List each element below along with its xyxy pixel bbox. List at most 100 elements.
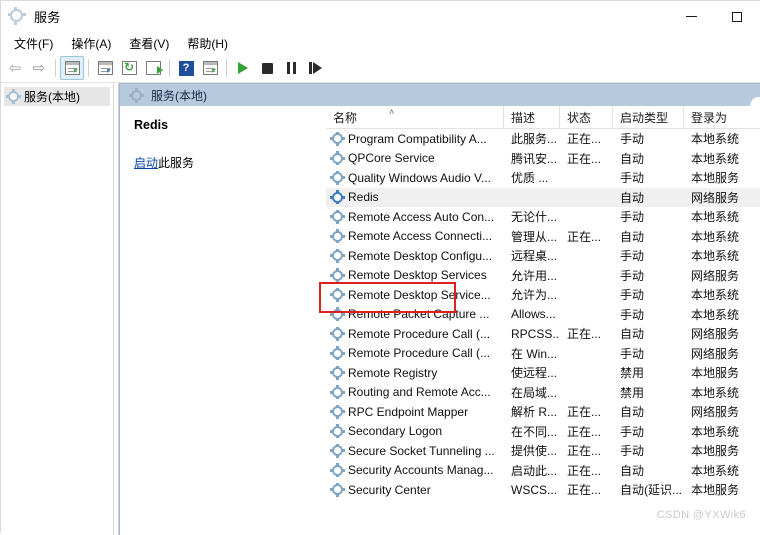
forward-arrow-icon[interactable]: ⇨ [27, 56, 51, 80]
back-arrow-icon[interactable]: ⇦ [3, 56, 27, 80]
pause-service-icon[interactable] [279, 56, 303, 80]
table-row[interactable]: Program Compatibility A... 此服务... 正在... 手动 本… [326, 129, 760, 149]
table-row[interactable]: Remote Desktop Configu... 远程桌... 手动 本地系统 [326, 246, 760, 266]
table-row[interactable]: Security Accounts Manag... 启动此... 正在... 自动 本… [326, 461, 760, 481]
column-header-logon[interactable]: 登录为 [684, 106, 754, 128]
service-status-cell: 正在... [567, 229, 602, 244]
menu-bar: 文件(F) 操作(A) 查看(V) 帮助(H) [1, 32, 760, 54]
menu-help[interactable]: 帮助(H) [178, 33, 237, 54]
service-name-cell: QPCore Service [326, 151, 504, 166]
menu-file[interactable]: 文件(F) [5, 33, 62, 54]
maximize-button[interactable] [714, 1, 760, 32]
column-header-name[interactable]: 名称 ˄ [326, 106, 504, 128]
service-status-cell: 正在... [567, 327, 602, 342]
service-name-label: Quality Windows Audio V... [348, 170, 491, 185]
service-status-cell: 正在... [567, 424, 602, 439]
properties-icon[interactable] [93, 56, 117, 80]
table-row[interactable]: Remote Desktop Service... 允许为... 手动 本地系统 [326, 285, 760, 305]
show-action-pane-icon[interactable] [198, 56, 222, 80]
service-name-label: Remote Desktop Services [348, 268, 487, 283]
service-name-label: Redis [348, 190, 379, 205]
tree-item-label: 服务(本地) [24, 90, 80, 104]
services-gear-icon [330, 385, 345, 400]
table-row[interactable]: RPC Endpoint Mapper 解析 R... 正在... 自动 网络服务 [326, 402, 760, 422]
column-header-status[interactable]: 状态 [560, 106, 613, 128]
show-hide-tree-icon[interactable] [60, 56, 84, 80]
table-row[interactable]: QPCore Service 腾讯安... 正在... 自动 本地系统 [326, 149, 760, 169]
services-list: 名称 ˄ 描述 状态 启动类型 登录为 Program Compatibilit… [326, 106, 760, 535]
service-startup-type-cell: 禁用 [620, 385, 645, 400]
service-status-cell: 正在... [567, 405, 602, 420]
column-header-startup[interactable]: 启动类型 [613, 106, 684, 128]
service-name-label: RPC Endpoint Mapper [348, 404, 469, 419]
service-logon-cell: 本地系统 [691, 307, 740, 322]
service-description-cell: 在 Win... [511, 346, 558, 361]
service-name-label: Remote Desktop Service... [348, 287, 491, 302]
service-logon-cell: 本地服务 [691, 483, 740, 498]
service-description-cell: Allows... [511, 307, 556, 322]
service-name-cell: Remote Desktop Services [326, 268, 504, 283]
start-service-suffix: 此服务 [158, 156, 195, 170]
toolbar-separator [226, 59, 227, 77]
refresh-icon[interactable]: ↻ [117, 56, 141, 80]
table-row[interactable]: Quality Windows Audio V... 优质 ... 手动 本地服务 [326, 168, 760, 188]
service-logon-cell: 本地服务 [691, 366, 740, 381]
minimize-button[interactable] [668, 1, 714, 32]
table-row[interactable]: Security Center WSCS... 正在... 自动(延识... 本地服务 [326, 480, 760, 500]
service-name-label: Remote Desktop Configu... [348, 248, 493, 263]
services-gear-icon [330, 268, 345, 283]
service-logon-cell: 本地系统 [691, 132, 740, 147]
service-detail-pane: Redis 启动此服务 [120, 106, 326, 535]
export-list-icon[interactable] [141, 56, 165, 80]
window-controls [668, 1, 760, 32]
table-row[interactable]: Remote Procedure Call (... RPCSS... 正在... 自… [326, 324, 760, 344]
start-service-icon[interactable] [231, 56, 255, 80]
column-header-name-label: 名称 [333, 110, 358, 125]
service-name-cell: Remote Registry [326, 365, 504, 380]
stop-service-icon[interactable] [255, 56, 279, 80]
service-description-cell: 提供使... [511, 444, 558, 459]
column-header-description[interactable]: 描述 [504, 106, 560, 128]
service-name-cell: Program Compatibility A... [326, 131, 504, 146]
services-gear-icon [6, 89, 21, 104]
service-logon-cell: 网络服务 [691, 268, 740, 283]
console-tree-pane: 服务(本地) [1, 83, 113, 535]
table-row[interactable]: Remote Desktop Services 允许用... 手动 网络服务 [326, 266, 760, 286]
table-row[interactable]: Secondary Logon 在不同... 正在... 手动 本地系统 [326, 422, 760, 442]
table-row[interactable]: Secure Socket Tunneling ... 提供使... 正在... 手动… [326, 441, 760, 461]
services-gear-icon [330, 365, 345, 380]
table-row[interactable]: Remote Access Auto Con... 无论什... 手动 本地系统 [326, 207, 760, 227]
table-row[interactable]: Remote Packet Capture ... Allows... 手动 本地系统 [326, 305, 760, 325]
service-name-label: Remote Access Connecti... [348, 229, 493, 244]
service-startup-type-cell: 自动 [620, 327, 645, 342]
service-logon-cell: 网络服务 [691, 346, 740, 361]
service-name-label: Remote Procedure Call (... [348, 346, 491, 361]
service-name-label: Remote Access Auto Con... [348, 209, 495, 224]
service-startup-type-cell: 自动 [620, 190, 645, 205]
service-status-cell: 正在... [567, 151, 602, 166]
menu-action[interactable]: 操作(A) [62, 33, 120, 54]
service-description-cell: 启动此... [511, 463, 558, 478]
service-logon-cell: 网络服务 [691, 190, 740, 205]
restart-service-icon[interactable] [303, 56, 327, 80]
services-gear-icon [330, 326, 345, 341]
start-service-link[interactable]: 启动 [134, 156, 158, 170]
service-logon-cell: 本地服务 [691, 171, 740, 186]
table-row[interactable]: Remote Access Connecti... 管理从... 正在... 自动 本地… [326, 227, 760, 247]
service-startup-type-cell: 禁用 [620, 366, 645, 381]
table-row[interactable]: Remote Registry 使远程... 禁用 本地服务 [326, 363, 760, 383]
services-gear-icon [330, 307, 345, 322]
help-icon[interactable]: ? [174, 56, 198, 80]
service-status-cell: 正在... [567, 132, 602, 147]
table-row[interactable]: Remote Procedure Call (... 在 Win... 手动 网络服务 [326, 344, 760, 364]
service-name-cell: RPC Endpoint Mapper [326, 404, 504, 419]
table-row[interactable]: Routing and Remote Acc... 在局域... 禁用 本地系统 [326, 383, 760, 403]
table-row[interactable]: Redis 自动 网络服务 [326, 187, 760, 207]
service-name-cell: Secondary Logon [326, 424, 504, 439]
sort-ascending-icon: ˄ [389, 107, 395, 117]
service-name-cell: Routing and Remote Acc... [326, 385, 504, 400]
tree-item-services-local[interactable]: 服务(本地) [4, 87, 110, 106]
services-gear-icon [330, 346, 345, 361]
menu-view[interactable]: 查看(V) [120, 33, 178, 54]
services-gear-icon [330, 248, 345, 263]
